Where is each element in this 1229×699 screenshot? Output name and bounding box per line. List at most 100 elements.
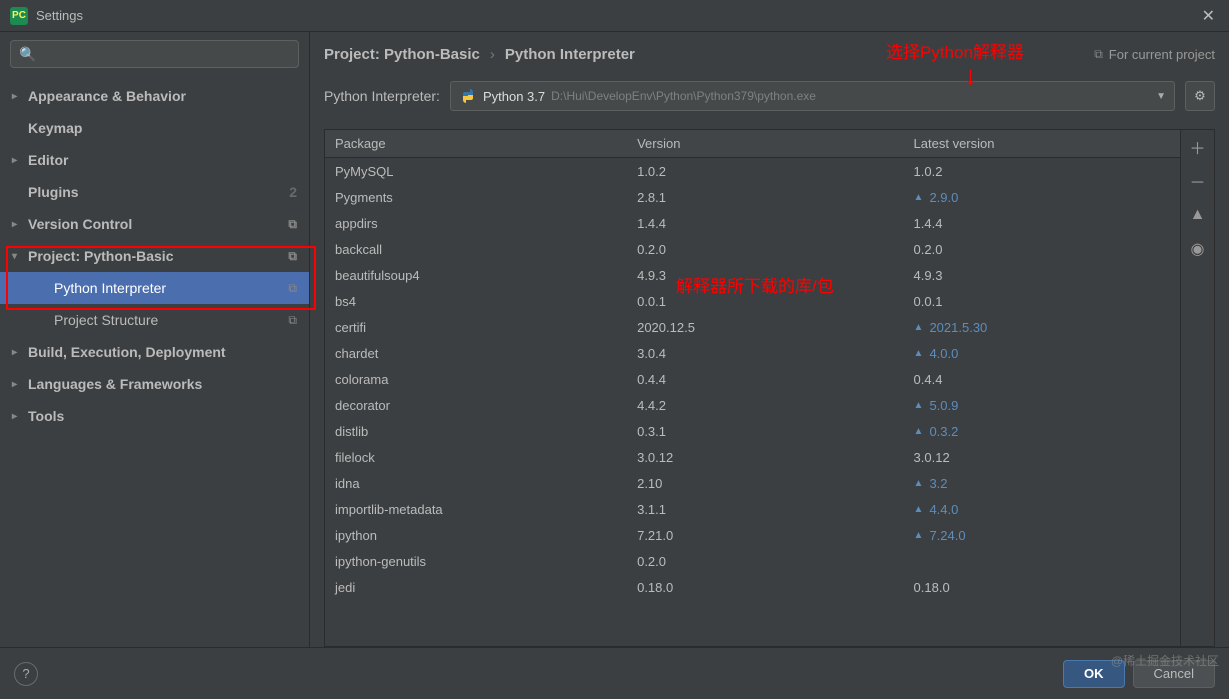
table-row[interactable]: bs40.0.10.0.1 <box>325 288 1180 314</box>
tree-item[interactable]: ▸Keymap <box>0 112 309 144</box>
cell-latest: ▲2021.5.30 <box>904 320 1180 335</box>
tree-item-label: Build, Execution, Deployment <box>28 344 226 360</box>
breadcrumb-page: Python Interpreter <box>505 46 635 63</box>
cell-version: 0.4.4 <box>627 372 903 387</box>
cell-version: 2.8.1 <box>627 190 903 205</box>
cell-version: 2.10 <box>627 476 903 491</box>
table-row[interactable]: distlib0.3.1▲0.3.2 <box>325 418 1180 444</box>
upgrade-available-icon: ▲ <box>914 478 924 489</box>
cell-latest: 4.9.3 <box>904 268 1180 283</box>
table-row[interactable]: jedi0.18.00.18.0 <box>325 574 1180 600</box>
table-row[interactable]: PyMySQL1.0.21.0.2 <box>325 158 1180 184</box>
cancel-button[interactable]: Cancel <box>1133 660 1215 688</box>
table-row[interactable]: chardet3.0.4▲4.0.0 <box>325 340 1180 366</box>
breadcrumb: Project: Python-Basic › Python Interpret… <box>324 46 1215 63</box>
table-row[interactable]: beautifulsoup44.9.34.9.3 <box>325 262 1180 288</box>
table-row[interactable]: importlib-metadata3.1.1▲4.4.0 <box>325 496 1180 522</box>
cell-version: 0.18.0 <box>627 580 903 595</box>
table-row[interactable]: Pygments2.8.1▲2.9.0 <box>325 184 1180 210</box>
copy-icon: ⧉ <box>288 217 297 232</box>
tree-item-label: Editor <box>28 152 68 168</box>
badge: 2 <box>289 184 297 200</box>
cell-package: colorama <box>325 372 627 387</box>
table-row[interactable]: appdirs1.4.41.4.4 <box>325 210 1180 236</box>
tree-item-child[interactable]: Project Structure⧉ <box>0 304 309 336</box>
window-title: Settings <box>36 8 83 23</box>
chevron-down-icon: ▼ <box>1156 91 1166 102</box>
cell-latest: ▲2.9.0 <box>904 190 1180 205</box>
help-button[interactable]: ? <box>14 662 38 686</box>
tree-item-label: Project Structure <box>54 312 158 328</box>
cell-latest: ▲5.0.9 <box>904 398 1180 413</box>
search-field[interactable] <box>36 47 290 62</box>
upgrade-available-icon: ▲ <box>914 192 924 203</box>
tree-item[interactable]: ▸ Editor <box>0 144 309 176</box>
add-package-button[interactable]: ＋ <box>1181 130 1215 164</box>
tree-item[interactable]: ▸ Version Control ⧉ <box>0 208 309 240</box>
search-input[interactable]: 🔍 <box>10 40 299 68</box>
table-row[interactable]: decorator4.4.2▲5.0.9 <box>325 392 1180 418</box>
cell-latest: 1.4.4 <box>904 216 1180 231</box>
settings-tree[interactable]: ▸Appearance & Behavior▸Keymap▸Editor▸Plu… <box>0 76 309 647</box>
tree-item[interactable]: ▸Build, Execution, Deployment <box>0 336 309 368</box>
cell-latest: ▲4.0.0 <box>904 346 1180 361</box>
table-row[interactable]: ipython-genutils0.2.0 <box>325 548 1180 574</box>
tree-item-label: Python Interpreter <box>54 280 166 296</box>
cell-version: 3.0.4 <box>627 346 903 361</box>
cell-package: ipython <box>325 528 627 543</box>
cell-version: 0.2.0 <box>627 242 903 257</box>
close-icon[interactable]: ✕ <box>1198 2 1219 30</box>
cell-latest: 0.0.1 <box>904 294 1180 309</box>
show-early-releases-button[interactable]: ◉ <box>1181 232 1215 266</box>
cell-version: 0.2.0 <box>627 554 903 569</box>
table-row[interactable]: backcall0.2.00.2.0 <box>325 236 1180 262</box>
python-icon <box>459 87 477 105</box>
cell-package: certifi <box>325 320 627 335</box>
table-row[interactable]: idna2.10▲3.2 <box>325 470 1180 496</box>
table-row[interactable]: certifi2020.12.5▲2021.5.30 <box>325 314 1180 340</box>
tree-item[interactable]: ▸Plugins2 <box>0 176 309 208</box>
tree-item-label: Appearance & Behavior <box>28 88 186 104</box>
cell-package: distlib <box>325 424 627 439</box>
tree-item-child[interactable]: Python Interpreter ⧉ <box>0 272 309 304</box>
upgrade-available-icon: ▲ <box>914 504 924 515</box>
cell-package: chardet <box>325 346 627 361</box>
settings-sidebar: 🔍 ▸Appearance & Behavior▸Keymap▸Editor▸P… <box>0 32 310 647</box>
interpreter-dropdown[interactable]: Python 3.7 D:\Hui\DevelopEnv\Python\Pyth… <box>450 81 1175 111</box>
chevron-right-icon: ▸ <box>12 219 24 230</box>
tree-item[interactable]: ▾Project: Python-Basic⧉ <box>0 240 309 272</box>
copy-icon: ⧉ <box>288 281 297 296</box>
remove-package-button[interactable]: － <box>1181 164 1215 198</box>
interpreter-name: Python 3.7 <box>483 89 545 104</box>
table-row[interactable]: ipython7.21.0▲7.24.0 <box>325 522 1180 548</box>
cell-version: 0.3.1 <box>627 424 903 439</box>
titlebar: PC Settings ✕ <box>0 0 1229 32</box>
upgrade-available-icon: ▲ <box>914 426 924 437</box>
upgrade-package-button[interactable]: ▲ <box>1181 198 1215 232</box>
chevron-right-icon: ▸ <box>12 91 24 102</box>
tree-item[interactable]: ▸Languages & Frameworks <box>0 368 309 400</box>
upgrade-available-icon: ▲ <box>914 322 924 333</box>
interpreter-settings-button[interactable]: ⚙ <box>1185 81 1215 111</box>
chevron-right-icon: ▸ <box>12 411 24 422</box>
content-panel: Project: Python-Basic › Python Interpret… <box>310 32 1229 647</box>
tree-item-label: Keymap <box>28 120 82 136</box>
tree-item[interactable]: ▸Tools <box>0 400 309 432</box>
table-row[interactable]: filelock3.0.123.0.12 <box>325 444 1180 470</box>
cell-package: jedi <box>325 580 627 595</box>
cell-package: importlib-metadata <box>325 502 627 517</box>
cell-version: 1.4.4 <box>627 216 903 231</box>
header-latest[interactable]: Latest version <box>904 136 1180 151</box>
interpreter-path: D:\Hui\DevelopEnv\Python\Python379\pytho… <box>551 89 816 103</box>
cell-latest: ▲4.4.0 <box>904 502 1180 517</box>
table-body[interactable]: PyMySQL1.0.21.0.2Pygments2.8.1▲2.9.0appd… <box>325 158 1180 646</box>
cell-package: decorator <box>325 398 627 413</box>
table-row[interactable]: colorama0.4.40.4.4 <box>325 366 1180 392</box>
tree-item-label: Version Control <box>28 216 132 232</box>
ok-button[interactable]: OK <box>1063 660 1125 688</box>
chevron-right-icon: ▸ <box>12 155 24 166</box>
upgrade-available-icon: ▲ <box>914 530 924 541</box>
header-version[interactable]: Version <box>627 136 903 151</box>
tree-item[interactable]: ▸ Appearance & Behavior <box>0 80 309 112</box>
header-package[interactable]: Package <box>325 136 627 151</box>
